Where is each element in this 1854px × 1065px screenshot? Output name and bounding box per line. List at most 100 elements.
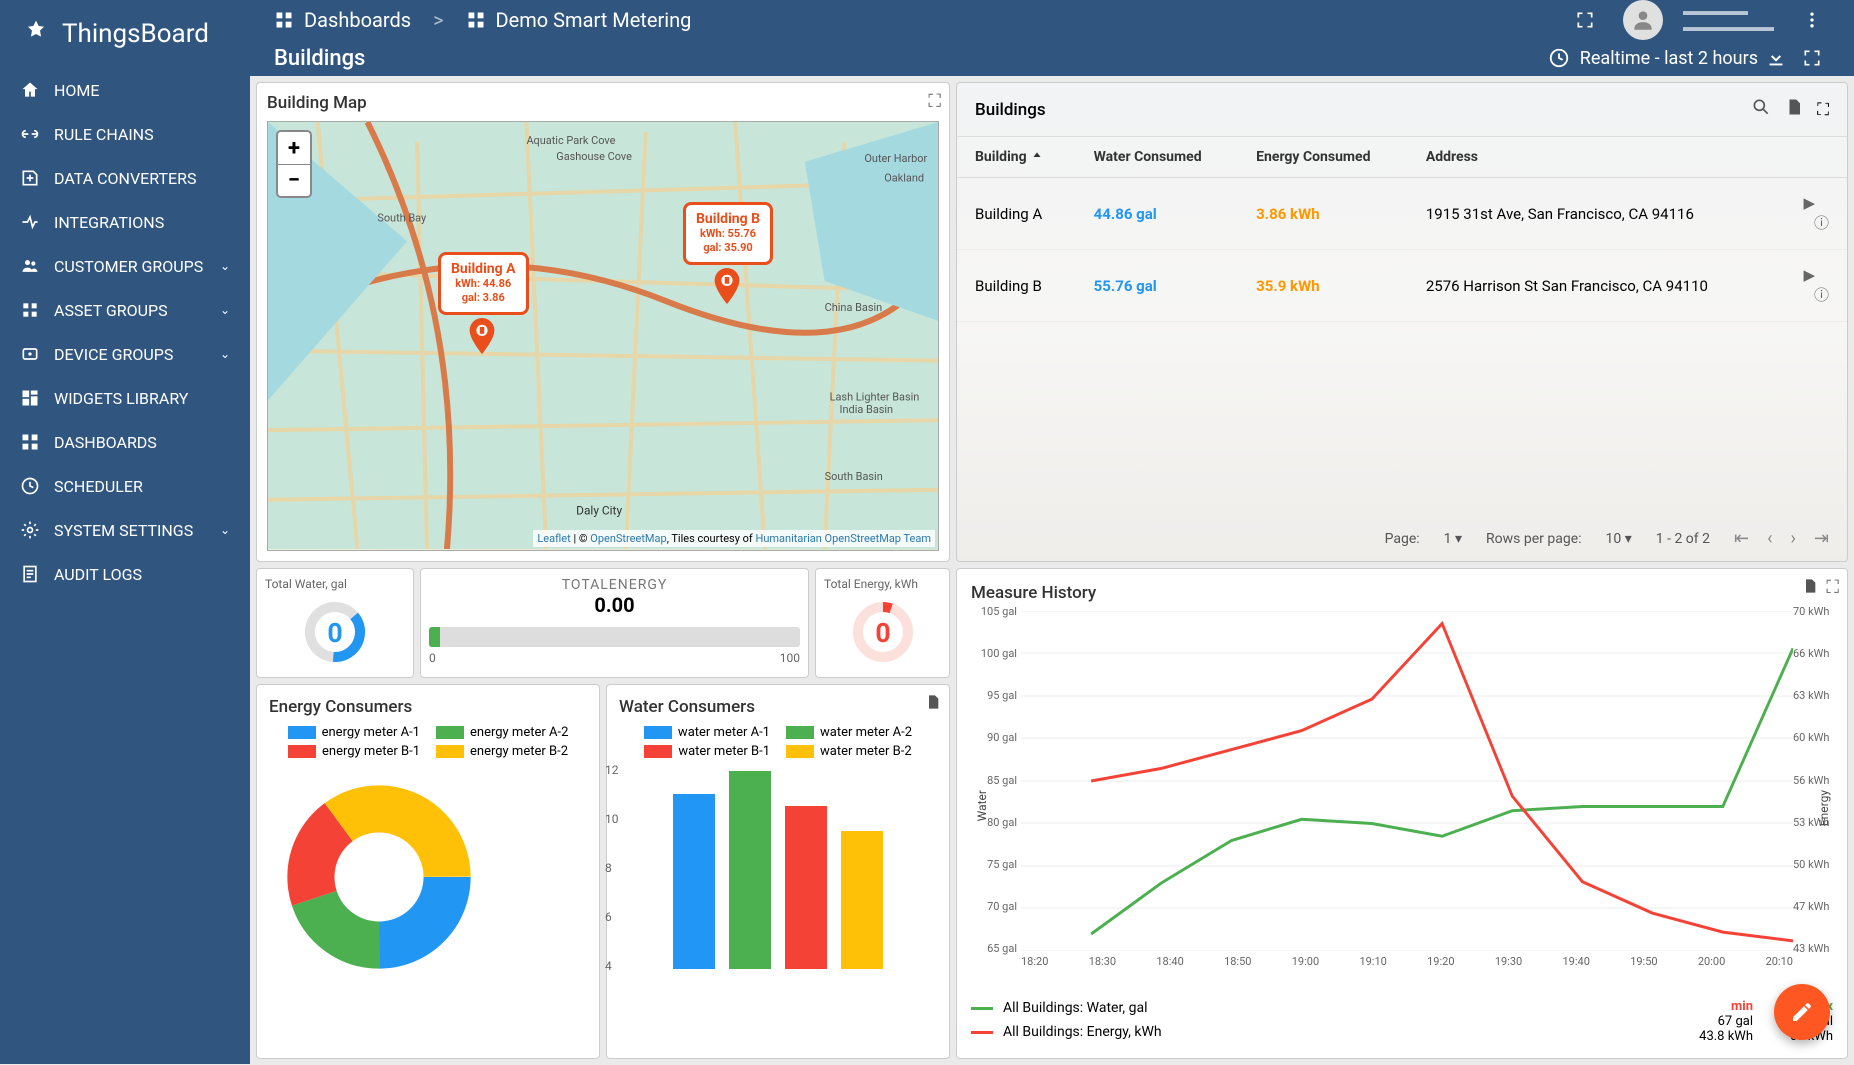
svg-text:Lash Lighter Basin: Lash Lighter Basin [830, 390, 920, 403]
sidebar-item-scheduler[interactable]: SCHEDULER [0, 464, 250, 508]
svg-text:0: 0 [875, 617, 890, 649]
row-info-button[interactable]: ⓘ [1814, 286, 1829, 304]
widget-fullscreen-button[interactable]: ⛶ [1817, 100, 1829, 120]
group-icon [20, 256, 40, 276]
cell-name: Building B [957, 250, 1076, 322]
map-marker[interactable]: Building BkWh: 55.76gal: 35.90 [683, 202, 773, 265]
table-row[interactable]: Building B 55.76 gal 35.9 kWh 2576 Harri… [957, 250, 1847, 322]
svg-text:Aquatic Park Cove: Aquatic Park Cove [526, 134, 615, 147]
map[interactable]: Aquatic Park Cove South Bay Outer Harbor… [267, 121, 939, 551]
more-button[interactable] [1794, 2, 1830, 38]
water-consumers-widget: Water Consumers water meter A-1 water me… [606, 684, 950, 1059]
user-icon [1630, 7, 1656, 33]
cell-energy: 3.86 kWh [1238, 178, 1408, 250]
breadcrumb-root[interactable]: Dashboards [304, 8, 411, 32]
page-range: 1 - 2 of 2 [1656, 531, 1710, 547]
timewindow-button[interactable]: Realtime - last 2 hours [1548, 47, 1758, 69]
sidebar-item-label: HOME [54, 81, 99, 100]
water-gauge-icon: 0 [300, 597, 370, 667]
table-row[interactable]: Building A 44.86 gal 3.86 kWh 1915 31st … [957, 178, 1847, 250]
search-button[interactable] [1751, 97, 1771, 122]
sidebar-item-home[interactable]: HOME [0, 68, 250, 112]
sidebar-item-system-settings[interactable]: SYSTEM SETTINGS ⌄ [0, 508, 250, 552]
row-info-button[interactable]: ⓘ [1814, 214, 1829, 232]
widget-title: Buildings [975, 100, 1046, 120]
sidebar-item-data-converters[interactable]: DATA CONVERTERS [0, 156, 250, 200]
chevron-down-icon: ⌄ [220, 259, 230, 273]
sidebar-item-label: SCHEDULER [54, 477, 143, 496]
sidebar-item-asset-groups[interactable]: ASSET GROUPS ⌄ [0, 288, 250, 332]
history-chart: 105 gal100 gal95 gal90 gal85 gal80 gal75… [1021, 611, 1793, 951]
energy-legend: energy meter A-1 energy meter A-2 energy… [269, 725, 587, 759]
fullscreen-button[interactable] [1567, 2, 1603, 38]
sidebar-item-integrations[interactable]: INTEGRATIONS [0, 200, 250, 244]
svg-text:0: 0 [327, 617, 342, 649]
zoom-in-button[interactable]: + [278, 132, 310, 164]
sidebar-item-label: DEVICE GROUPS [54, 345, 173, 364]
leaflet-link[interactable]: Leaflet [537, 532, 570, 545]
sidebar-item-label: SYSTEM SETTINGS [54, 521, 193, 540]
widget-fullscreen-button[interactable]: ⛶ [1826, 577, 1839, 600]
file-icon [925, 693, 941, 711]
bar [673, 794, 715, 969]
page-select[interactable]: 1 ▾ [1444, 531, 1462, 547]
row-play-button[interactable]: ▶ [1803, 194, 1815, 212]
conv-icon [20, 168, 40, 188]
svg-text:South Basin: South Basin [825, 470, 883, 483]
audit-icon [20, 564, 40, 584]
search-icon [1751, 97, 1771, 117]
map-roads: Aquatic Park Cove South Bay Outer Harbor… [268, 122, 938, 549]
energy-donut-chart [269, 767, 489, 987]
col-energy[interactable]: Energy Consumed [1238, 137, 1408, 178]
pencil-icon [1790, 1000, 1814, 1024]
cell-name: Building A [957, 178, 1076, 250]
chevron-down-icon: ⌄ [220, 303, 230, 317]
col-water[interactable]: Water Consumed [1076, 137, 1239, 178]
total-energy-gauge: Total Energy, kWh 0 [815, 568, 950, 678]
total-energy-bar: TOTALENERGY 0.00 0100 [420, 568, 809, 678]
edit-dashboard-fab[interactable] [1774, 984, 1830, 1040]
sidebar-item-audit-logs[interactable]: AUDIT LOGS [0, 552, 250, 596]
chevron-down-icon: ⌄ [220, 523, 230, 537]
sidebar-item-widgets-library[interactable]: WIDGETS LIBRARY [0, 376, 250, 420]
widget-fullscreen-button[interactable]: ⛶ [928, 91, 941, 112]
breadcrumb: Dashboards > Demo Smart Metering [274, 8, 691, 32]
water-bar-chart: 1210864 [619, 769, 937, 969]
export-data-button[interactable] [1802, 577, 1818, 600]
next-page-button[interactable]: › [1791, 528, 1796, 549]
sidebar-item-customer-groups[interactable]: CUSTOMER GROUPS ⌄ [0, 244, 250, 288]
bar [841, 831, 883, 969]
fullscreen-dash-button[interactable] [1794, 40, 1830, 76]
sidebar-item-rule-chains[interactable]: RULE CHAINS [0, 112, 250, 156]
export-data-button[interactable] [1785, 97, 1803, 122]
clock-icon [20, 476, 40, 496]
chain-icon [20, 124, 40, 144]
prev-page-button[interactable]: ‹ [1767, 528, 1772, 549]
col-building[interactable]: Building [957, 137, 1076, 178]
zoom-out-button[interactable]: − [278, 164, 310, 196]
sub-toolbar: Buildings Realtime - last 2 hours [250, 40, 1854, 76]
history-legend: All Buildings: Water, gal All Buildings:… [971, 996, 1162, 1044]
first-page-button[interactable]: ⇤ [1734, 528, 1749, 549]
dashboards-icon [274, 10, 294, 30]
asset-icon [20, 300, 40, 320]
osm-link[interactable]: OpenStreetMap [590, 532, 666, 545]
breadcrumb-current: Demo Smart Metering [496, 8, 692, 32]
hot-link[interactable]: Humanitarian OpenStreetMap Team [755, 532, 931, 545]
sidebar-item-label: DATA CONVERTERS [54, 169, 196, 188]
map-marker[interactable]: Building AkWh: 44.86gal: 3.86 [438, 252, 529, 315]
clock-icon [1548, 47, 1570, 69]
col-address[interactable]: Address [1408, 137, 1767, 178]
avatar[interactable] [1623, 0, 1663, 40]
last-page-button[interactable]: ⇥ [1814, 528, 1829, 549]
row-play-button[interactable]: ▶ [1803, 266, 1815, 284]
export-button[interactable] [1758, 40, 1794, 76]
rows-per-page-select[interactable]: 10 ▾ [1606, 531, 1632, 547]
svg-text:Daly City: Daly City [576, 504, 622, 518]
cell-energy: 35.9 kWh [1238, 250, 1408, 322]
map-pin-icon [713, 268, 741, 304]
export-data-button[interactable] [925, 693, 941, 716]
sidebar-item-device-groups[interactable]: DEVICE GROUPS ⌄ [0, 332, 250, 376]
sidebar-item-dashboards[interactable]: DASHBOARDS [0, 420, 250, 464]
file-icon [1785, 97, 1803, 117]
